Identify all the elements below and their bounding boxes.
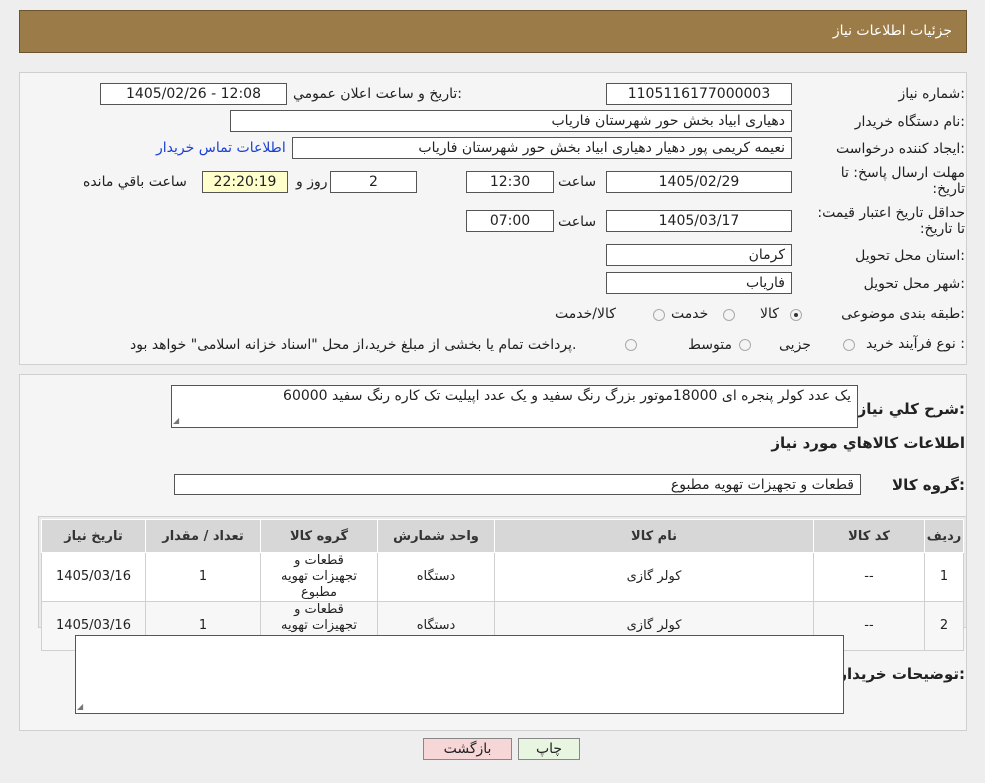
cell-row-number: 1: [924, 552, 964, 602]
page-title: جزئیات اطلاعات نیاز: [832, 23, 952, 39]
province-field: کرمان: [606, 244, 792, 266]
days-field: 2: [330, 171, 417, 193]
table-header-row: رديف کد کالا نام کالا واحد شمارش گروه کا…: [41, 519, 964, 553]
buyer-notes-textarea[interactable]: [75, 635, 844, 714]
need-number-label: شماره نیاز:: [898, 86, 965, 102]
category-radio-service[interactable]: [723, 309, 735, 321]
cell-unit: دستگاه: [377, 552, 495, 602]
deadline-time-field: 12:30: [466, 171, 554, 193]
cell-code: --: [813, 552, 925, 602]
category-label: طبقه بندی موضوعی:: [841, 306, 965, 322]
creator-field: نعیمه کریمی پور دهیار دهیاری ابیاد بخش ح…: [292, 137, 792, 159]
category-option-service: خدمت: [671, 306, 709, 322]
print-button[interactable]: چاپ: [518, 738, 580, 760]
goods-table-wrapper: رديف کد کالا نام کالا واحد شمارش گروه کا…: [38, 516, 967, 651]
goods-group-label: گروه کالا:: [892, 476, 965, 494]
city-field: فاریاب: [606, 272, 792, 294]
goods-table: رديف کد کالا نام کالا واحد شمارش گروه کا…: [41, 519, 964, 651]
cell-quantity: 1: [145, 552, 261, 602]
city-label: شهر محل تحویل:: [863, 276, 965, 292]
remaining-time-field: 22:20:19: [202, 171, 288, 193]
province-label: استان محل تحویل:: [855, 248, 965, 264]
deadline-date-field: 1405/02/29: [606, 171, 792, 193]
process-radio-treasury[interactable]: [625, 339, 637, 351]
col-header-unit: واحد شمارش: [377, 519, 495, 553]
buyer-contact-link[interactable]: اطلاعات تماس خریدار: [156, 140, 286, 156]
need-number-field: 1105116177000003: [606, 83, 792, 105]
deadline-label: مهلت ارسال پاسخ: تا تاریخ:: [840, 165, 965, 197]
col-header-date: تاريخ نياز: [41, 519, 146, 553]
goods-group-field: قطعات و تجهیزات تهویه مطبوع: [174, 474, 861, 495]
category-radio-goods[interactable]: [790, 309, 802, 321]
category-radio-goods-service[interactable]: [653, 309, 665, 321]
back-button[interactable]: بازگشت: [423, 738, 512, 760]
col-header-code: کد کالا: [813, 519, 925, 553]
col-header-name: نام کالا: [494, 519, 814, 553]
process-radio-medium[interactable]: [739, 339, 751, 351]
buyer-notes-label: توضیحات خریدار:: [838, 665, 965, 683]
category-option-goods: کالا: [760, 306, 779, 322]
cell-date: 1405/03/16: [41, 552, 146, 602]
process-label: نوع فرآیند خرید :: [866, 336, 965, 352]
validity-time-label: ساعت: [558, 214, 597, 230]
remaining-label: ساعت باقي مانده: [83, 174, 187, 190]
validity-label: حداقل تاریخ اعتبار قیمت: تا تاریخ:: [817, 205, 965, 237]
announce-label: تاریخ و ساعت اعلان عمومي:: [293, 86, 462, 102]
buyer-org-label: نام دستگاه خريدار:: [854, 114, 965, 130]
summary-textarea[interactable]: یک عدد کولر پنجره ای 18000موتور بزرگ رنگ…: [171, 385, 858, 428]
process-option-medium: متوسط: [688, 337, 732, 353]
days-label: روز و: [296, 174, 328, 190]
cell-row-number: 2: [924, 601, 964, 651]
process-radio-minor[interactable]: [843, 339, 855, 351]
process-option-minor: جزیی: [779, 337, 811, 353]
summary-label: شرح کلي نياز:: [857, 400, 965, 418]
validity-time-field: 07:00: [466, 210, 554, 232]
category-option-goods-service: کالا/خدمت: [555, 306, 616, 322]
deadline-time-label: ساعت: [558, 174, 597, 190]
goods-info-title: اطلاعات کالاهاي مورد نياز: [771, 434, 965, 452]
table-row: 1 -- کولر گازی دستگاه قطعات و تجهیزات ته…: [41, 552, 964, 602]
col-header-quantity: تعداد / مقدار: [145, 519, 261, 553]
resize-grip-icon[interactable]: ◢: [173, 417, 181, 425]
summary-text: یک عدد کولر پنجره ای 18000موتور بزرگ رنگ…: [283, 388, 851, 404]
cell-name: کولر گازی: [494, 552, 814, 602]
page-header: جزئیات اطلاعات نیاز: [19, 10, 967, 53]
validity-date-field: 1405/03/17: [606, 210, 792, 232]
resize-grip-icon[interactable]: ◢: [77, 703, 85, 711]
col-header-group: گروه کالا: [260, 519, 378, 553]
buyer-org-field: دهیاری ابیاد بخش حور شهرستان فاریاب: [230, 110, 792, 132]
announce-field: 1405/02/26 - 12:08: [100, 83, 287, 105]
cell-group: قطعات و تجهیزات تهویه مطبوع: [260, 552, 378, 602]
creator-label: ایجاد کننده درخواست:: [836, 141, 965, 157]
process-note: پرداخت تمام یا بخشی از مبلغ خرید،از محل …: [130, 337, 577, 353]
col-header-row-number: رديف: [924, 519, 964, 553]
